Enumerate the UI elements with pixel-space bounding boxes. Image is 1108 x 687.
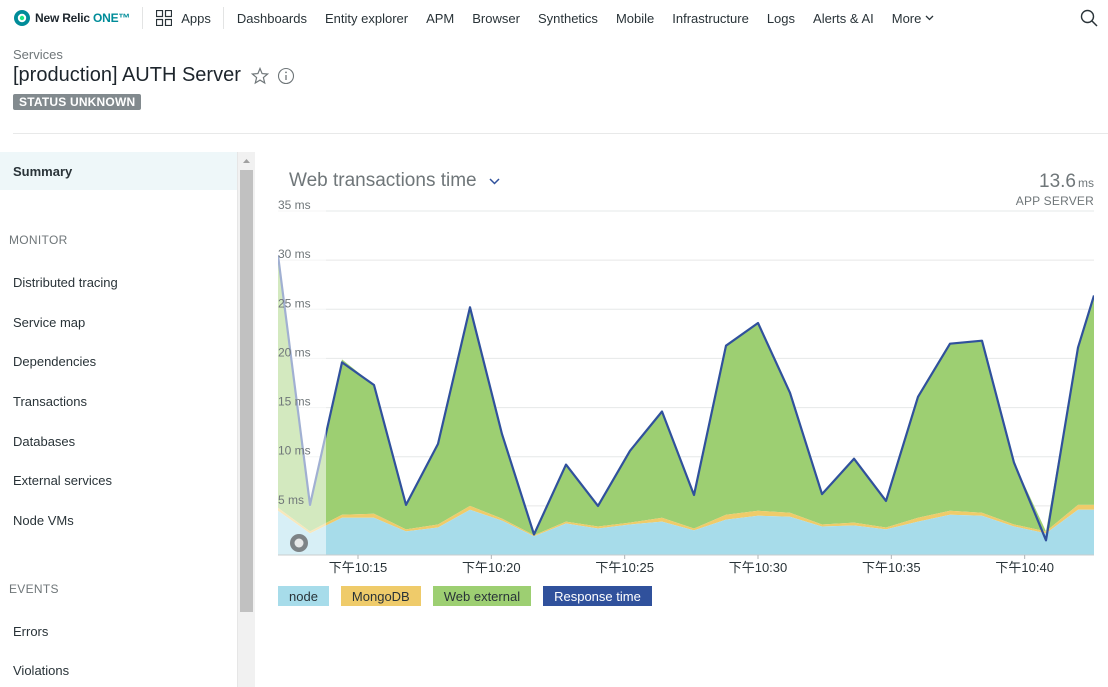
chart-legend: node MongoDB Web external Response time	[278, 586, 664, 606]
sidebar-item-node-vms[interactable]: Node VMs	[0, 501, 237, 539]
legend-response-time-label: Response time	[554, 588, 641, 604]
apps-label: Apps	[181, 10, 211, 26]
nav-divider	[142, 7, 144, 29]
page-title: [production] AUTH Server	[13, 64, 241, 86]
sidebar-section-monitor: MONITOR	[9, 233, 68, 247]
sidebar-item-violations[interactable]: Violations	[0, 651, 237, 687]
nav-item-alerts-ai[interactable]: Alerts & AI	[813, 11, 874, 26]
search-icon[interactable]	[1080, 9, 1098, 27]
sidebar-item-distributed-tracing[interactable]: Distributed tracing	[0, 263, 237, 301]
summary-value: 13.6 ms	[1039, 171, 1094, 193]
apps-grid-icon	[156, 10, 173, 26]
chevron-down-icon	[925, 15, 934, 21]
chart-title: Web transactions time	[289, 170, 477, 191]
y-tick-label: 10 ms	[278, 444, 311, 458]
status-badge: STATUS UNKNOWN	[13, 94, 142, 110]
logo-brand-text: New Relic	[35, 11, 90, 25]
nav-item-browser[interactable]: Browser	[472, 11, 520, 26]
x-tick-label: 下午10:40	[995, 560, 1054, 575]
x-tick-label: 下午10:25	[595, 560, 654, 575]
x-tick-label: 下午10:15	[329, 560, 388, 575]
logo-one-text: ONE™	[93, 11, 131, 25]
sidebar-item-dependencies[interactable]: Dependencies	[0, 342, 237, 380]
chart-title-dropdown[interactable]: Web transactions time	[289, 170, 500, 192]
sidebar-section-events: EVENTS	[9, 582, 59, 596]
legend-response-time[interactable]: Response time	[543, 586, 652, 606]
nav-item-infrastructure[interactable]: Infrastructure	[672, 11, 749, 26]
nav-item-mobile[interactable]: Mobile	[616, 11, 654, 26]
y-tick-label: 20 ms	[278, 345, 311, 359]
x-tick-label: 下午10:30	[729, 560, 788, 575]
summary-number: 13.6	[1039, 171, 1076, 192]
sidebar-item-errors[interactable]: Errors	[0, 612, 237, 650]
chevron-down-icon	[489, 177, 500, 185]
legend-node[interactable]: node	[278, 586, 329, 606]
nav-item-apm[interactable]: APM	[426, 11, 454, 26]
new-relic-logo-icon	[14, 10, 30, 26]
title-row: [production] AUTH Server	[13, 64, 295, 87]
logo-text: New Relic ONE™	[35, 11, 130, 25]
nav-item-dashboards[interactable]: Dashboards	[237, 11, 307, 26]
sidebar-item-databases[interactable]: Databases	[0, 422, 237, 460]
nav-items: Dashboards Entity explorer APM Browser S…	[237, 11, 934, 26]
scrollbar-thumb[interactable]	[240, 170, 253, 612]
info-icon[interactable]	[277, 67, 295, 85]
top-navigation: New Relic ONE™ Apps Dashboards Entity ex…	[0, 0, 1108, 36]
legend-node-label: node	[289, 588, 318, 604]
y-tick-label: 15 ms	[278, 395, 311, 409]
more-menu-button[interactable]: More	[892, 11, 935, 26]
apps-button[interactable]: Apps	[156, 10, 211, 26]
y-tick-label: 35 ms	[278, 200, 311, 212]
summary-unit: ms	[1078, 176, 1094, 190]
scroll-up-arrow-icon[interactable]	[238, 156, 255, 166]
sidebar: Summary MONITOR Distributed tracing Serv…	[0, 152, 237, 687]
nav-divider	[222, 7, 224, 29]
more-label: More	[891, 10, 922, 26]
x-tick-label: 下午10:35	[862, 560, 921, 575]
legend-web-external[interactable]: Web external	[432, 586, 532, 606]
breadcrumb[interactable]: Services	[13, 47, 63, 62]
legend-mongodb[interactable]: MongoDB	[340, 586, 421, 606]
sidebar-item-external-services[interactable]: External services	[0, 461, 237, 499]
chart-toggle-icon-inner	[294, 538, 304, 548]
nav-item-synthetics[interactable]: Synthetics	[538, 11, 598, 26]
area-web-external	[278, 255, 1094, 536]
star-icon[interactable]	[250, 66, 269, 85]
x-tick-label: 下午10:20	[462, 560, 521, 575]
y-tick-label: 25 ms	[278, 296, 311, 310]
web-transactions-chart[interactable]: 35 ms 30 ms 25 ms 20 ms 15 ms 10 ms 5 ms 下午10:1…	[278, 200, 1094, 580]
legend-mongodb-label: MongoDB	[351, 588, 410, 604]
sidebar-item-service-map[interactable]: Service map	[0, 303, 237, 341]
nav-item-entity-explorer[interactable]: Entity explorer	[325, 11, 408, 26]
legend-web-external-label: Web external	[443, 588, 521, 604]
y-tick-label: 30 ms	[278, 247, 311, 261]
sidebar-item-transactions[interactable]: Transactions	[0, 382, 237, 420]
header-divider	[13, 133, 1108, 134]
nav-item-logs[interactable]: Logs	[767, 11, 795, 26]
sidebar-scrollbar[interactable]	[237, 152, 255, 687]
y-tick-label: 5 ms	[278, 493, 304, 507]
new-relic-logo[interactable]: New Relic ONE™	[13, 0, 130, 36]
sidebar-item-summary[interactable]: Summary	[0, 152, 237, 190]
